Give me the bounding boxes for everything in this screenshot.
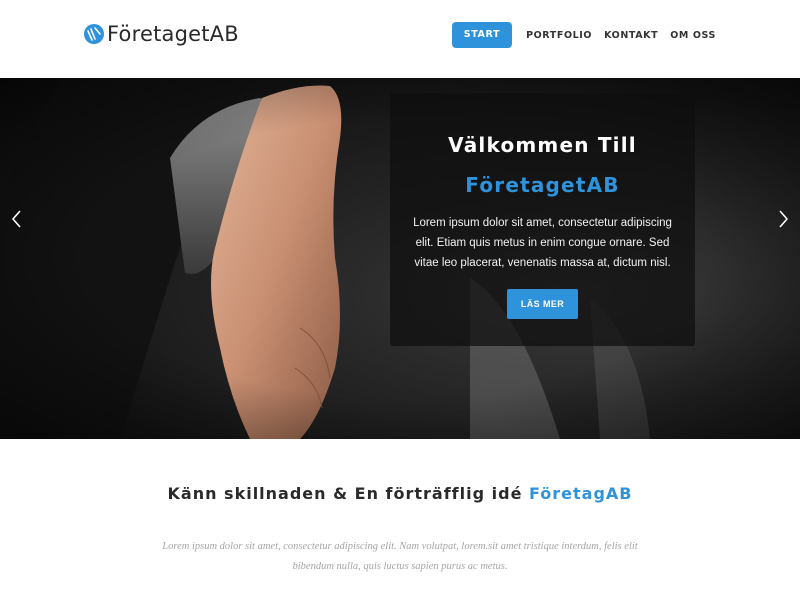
section-heading-text: Känn skillnaden & En förträfflig idé xyxy=(167,484,529,503)
logo[interactable]: FöretagetAB xyxy=(83,20,239,48)
hero-title-brand: FöretagetAB xyxy=(465,173,620,197)
hero-slider: Välkommen Till FöretagetAB Lorem ipsum d… xyxy=(0,78,800,439)
site-header: FöretagetAB START PORTFOLIO KONTAKT OM O… xyxy=(0,0,800,78)
read-more-button[interactable]: LÄS MER xyxy=(507,289,578,319)
nav-item-portfolio[interactable]: PORTFOLIO xyxy=(526,30,592,41)
nav-item-start[interactable]: START xyxy=(451,22,513,48)
brand-name: FöretagetAB xyxy=(107,22,239,46)
section-description: Lorem ipsum dolor sit amet, consectetur … xyxy=(162,541,638,572)
section-heading: Känn skillnaden & En förträfflig idé För… xyxy=(0,484,800,503)
hero-title: Välkommen Till xyxy=(448,133,637,157)
nav-item-om-oss[interactable]: OM OSS xyxy=(670,30,716,41)
hero-description: Lorem ipsum dolor sit amet, consectetur … xyxy=(413,217,672,269)
hero-caption-box: Välkommen Till FöretagetAB Lorem ipsum d… xyxy=(390,93,695,346)
nav-item-kontakt[interactable]: KONTAKT xyxy=(604,30,658,41)
chevron-right-icon[interactable] xyxy=(776,209,790,229)
lines-circle-logo-icon xyxy=(83,23,105,45)
chevron-left-icon[interactable] xyxy=(10,209,24,229)
section-heading-accent: FöretagAB xyxy=(528,484,633,503)
main-nav: START PORTFOLIO KONTAKT OM OSS xyxy=(451,22,716,48)
